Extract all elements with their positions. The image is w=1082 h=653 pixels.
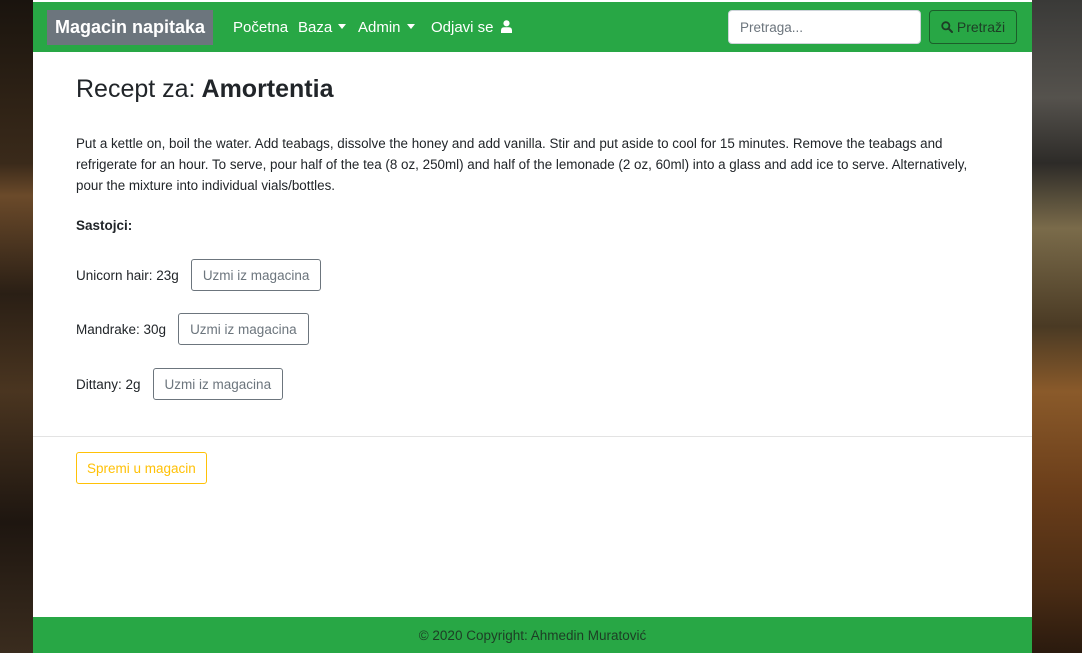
- chevron-down-icon: [406, 24, 415, 29]
- nav-home-label: Početna: [233, 19, 289, 36]
- copyright-text: © 2020 Copyright: Ahmedin Muratović: [418, 627, 647, 643]
- ingredient-label: Dittany: 2g: [76, 376, 141, 392]
- chevron-down-icon: [338, 24, 347, 29]
- nav-home[interactable]: Početna: [233, 19, 288, 37]
- ingredient-row: Unicorn hair: 23g Uzmi iz magacina: [76, 259, 322, 291]
- nav-baza-dropdown[interactable]: Baza: [298, 19, 347, 37]
- search-input[interactable]: [728, 10, 921, 44]
- ingredient-row: Mandrake: 30g Uzmi iz magacina: [76, 313, 309, 345]
- recipe-description: Put a kettle on, boil the water. Add tea…: [76, 136, 968, 193]
- recipe-name: Amortentia: [201, 75, 334, 103]
- ingredient-label: Mandrake: 30g: [76, 321, 167, 337]
- take-from-warehouse-button[interactable]: Uzmi iz magacina: [152, 368, 284, 400]
- background-image-right: [1032, 0, 1082, 653]
- ingredients-heading: Sastojci:: [76, 218, 133, 233]
- search-button[interactable]: Pretraži: [929, 10, 1017, 44]
- nav-logout[interactable]: Odjavi se: [431, 19, 512, 37]
- save-to-warehouse-button[interactable]: Spremi u magacin: [76, 452, 207, 484]
- take-from-warehouse-button[interactable]: Uzmi iz magacina: [190, 259, 322, 291]
- page-title: Recept za: Amortentia: [76, 74, 333, 104]
- title-prefix: Recept za:: [76, 75, 196, 103]
- nav-admin-label: Admin: [358, 19, 401, 36]
- ingredient-label: Unicorn hair: 23g: [76, 267, 179, 283]
- nav-logout-label: Odjavi se: [431, 19, 494, 36]
- divider: [33, 436, 1032, 437]
- search-icon: [941, 21, 953, 33]
- search-button-label: Pretraži: [956, 19, 1006, 35]
- ingredient-row: Dittany: 2g Uzmi iz magacina: [76, 368, 284, 400]
- main-container: Magacin napitaka Početna Baza Admin Odja…: [33, 0, 1032, 653]
- brand-logo[interactable]: Magacin napitaka: [47, 10, 214, 45]
- navbar: Magacin napitaka Početna Baza Admin Odja…: [33, 2, 1032, 52]
- user-icon: [500, 20, 512, 33]
- nav-admin-dropdown[interactable]: Admin: [358, 19, 415, 37]
- take-from-warehouse-button[interactable]: Uzmi iz magacina: [178, 313, 309, 345]
- background-image-left: [0, 0, 33, 653]
- footer: © 2020 Copyright: Ahmedin Muratović: [33, 617, 1032, 653]
- nav-baza-label: Baza: [298, 19, 333, 36]
